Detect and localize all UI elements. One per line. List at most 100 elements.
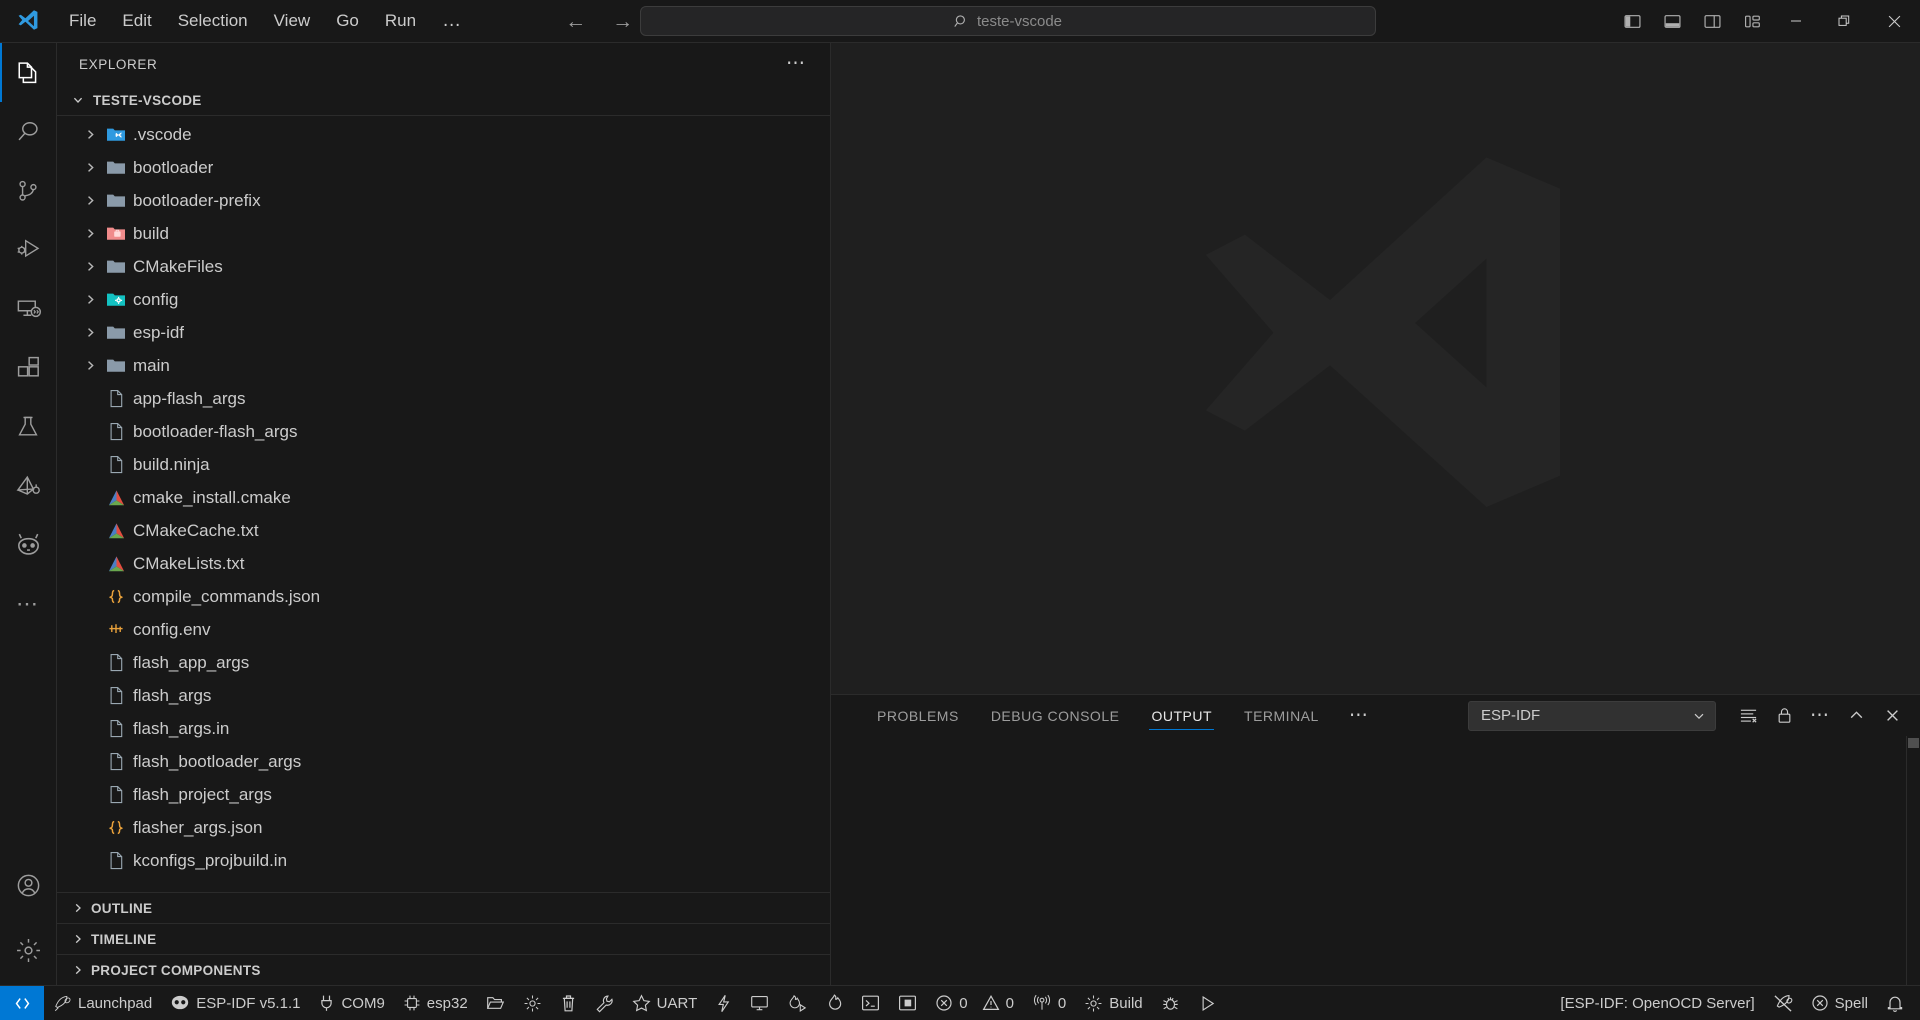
panel-overflow-ellipsis-icon[interactable]: ⋯ — [1335, 706, 1383, 725]
tree-row-folder[interactable]: bootloader-prefix — [57, 184, 830, 217]
section-outline[interactable]: OUTLINE — [57, 892, 830, 923]
maximize-panel-chevron-up-icon[interactable] — [1838, 698, 1874, 734]
chevron-right-icon[interactable] — [79, 359, 101, 372]
chevron-right-icon[interactable] — [79, 260, 101, 273]
status-esp-idf-version[interactable]: ESP-IDF v5.1.1 — [161, 986, 309, 1020]
status-build-wrench[interactable] — [586, 986, 623, 1020]
sidebar-item-search[interactable] — [0, 102, 57, 161]
status-remote-server-disabled[interactable] — [1764, 986, 1802, 1020]
activity-item-manage-gear[interactable] — [0, 915, 57, 985]
status-debug-flame[interactable] — [816, 986, 852, 1020]
tree-row-file[interactable]: cmake_install.cmake — [57, 481, 830, 514]
sidebar-item-esp-idf-explorer[interactable] — [0, 456, 57, 515]
sidebar-item-run-and-debug[interactable] — [0, 220, 57, 279]
status-target-device[interactable]: esp32 — [394, 986, 477, 1020]
sidebar-item-additional-views[interactable]: ⋯ — [0, 574, 57, 633]
tab-debug-console[interactable]: DEBUG CONSOLE — [975, 695, 1136, 736]
file-tree[interactable]: .vscode bootloader bootloader-prefix build C… — [57, 115, 830, 892]
status-select-flash-method[interactable]: UART — [623, 986, 707, 1020]
tree-row-file[interactable]: flash_app_args — [57, 646, 830, 679]
tree-row-file[interactable]: flash_bootloader_args — [57, 745, 830, 778]
status-remote-indicator[interactable] — [0, 985, 44, 1020]
status-qemu-server[interactable] — [889, 986, 926, 1020]
arrow-right-icon[interactable]: → — [612, 11, 633, 32]
tree-row-file[interactable]: build.ninja — [57, 448, 830, 481]
menu-view[interactable]: View — [261, 7, 324, 35]
status-openocd-server[interactable]: [ESP-IDF: OpenOCD Server] — [1551, 986, 1763, 1020]
status-problems[interactable]: 0 0 — [926, 986, 1023, 1020]
status-notifications[interactable] — [1877, 986, 1920, 1020]
section-timeline[interactable]: TIMELINE — [57, 923, 830, 954]
tree-row-file[interactable]: app-flash_args — [57, 382, 830, 415]
chevron-right-icon[interactable] — [79, 227, 101, 240]
tree-row-file[interactable]: flash_args — [57, 679, 830, 712]
status-full-clean[interactable] — [551, 986, 586, 1020]
window-minimize-button[interactable] — [1772, 0, 1820, 43]
tree-row-file[interactable]: compile_commands.json — [57, 580, 830, 613]
panel-more-actions-ellipsis-icon[interactable]: ⋯ — [1802, 698, 1838, 734]
arrow-left-icon[interactable]: ← — [565, 11, 586, 32]
activity-item-accounts[interactable] — [0, 856, 57, 915]
output-channel-select[interactable]: ESP-IDF — [1468, 700, 1716, 731]
tree-row-file[interactable]: flash_args.in — [57, 712, 830, 745]
lock-icon[interactable] — [1766, 698, 1802, 734]
toggle-primary-sidebar-icon[interactable] — [1612, 0, 1652, 43]
menu-overflow-icon[interactable]: … — [429, 11, 475, 30]
status-launchpad[interactable]: Launchpad — [44, 986, 161, 1020]
status-flash-device[interactable] — [706, 986, 741, 1020]
tab-terminal[interactable]: TERMINAL — [1228, 695, 1335, 736]
tree-row-file[interactable]: CMakeLists.txt — [57, 547, 830, 580]
tree-row-folder[interactable]: .vscode — [57, 118, 830, 151]
output-panel-body[interactable] — [831, 736, 1920, 985]
status-open-project[interactable] — [477, 986, 514, 1020]
sidebar-item-testing[interactable] — [0, 397, 57, 456]
sidebar-item-platformio[interactable] — [0, 515, 57, 574]
status-esp-idf-terminal[interactable] — [852, 986, 889, 1020]
tree-row-file[interactable]: config.env — [57, 613, 830, 646]
section-project-components[interactable]: PROJECT COMPONENTS — [57, 954, 830, 985]
toggle-secondary-sidebar-icon[interactable] — [1692, 0, 1732, 43]
status-build-task[interactable]: Build — [1075, 986, 1151, 1020]
chevron-right-icon[interactable] — [79, 326, 101, 339]
window-close-button[interactable] — [1868, 0, 1920, 43]
status-build-flash-monitor[interactable] — [778, 986, 816, 1020]
status-spell-checker[interactable]: Spell — [1802, 986, 1877, 1020]
output-scrollbar[interactable] — [1906, 736, 1920, 985]
clear-output-icon[interactable] — [1730, 698, 1766, 734]
explorer-root-folder[interactable]: TESTE-VSCODE — [57, 85, 830, 115]
tree-row-file[interactable]: CMakeCache.txt — [57, 514, 830, 547]
status-monitor-device[interactable] — [741, 986, 778, 1020]
status-run-task[interactable] — [1189, 986, 1226, 1020]
tab-problems[interactable]: PROBLEMS — [861, 695, 975, 736]
menu-selection[interactable]: Selection — [165, 7, 261, 35]
sidebar-item-extensions[interactable] — [0, 338, 57, 397]
tree-row-file[interactable]: flasher_args.json — [57, 811, 830, 844]
sidebar-item-remote-explorer[interactable] — [0, 279, 57, 338]
ellipsis-icon[interactable]: ⋯ — [780, 54, 812, 73]
tree-row-folder[interactable]: bootloader — [57, 151, 830, 184]
toggle-panel-icon[interactable] — [1652, 0, 1692, 43]
tree-row-folder[interactable]: build — [57, 217, 830, 250]
chevron-right-icon[interactable] — [79, 293, 101, 306]
status-broadcast[interactable]: 0 — [1023, 986, 1075, 1020]
menu-edit[interactable]: Edit — [109, 7, 164, 35]
menu-run[interactable]: Run — [372, 7, 429, 35]
tree-row-folder[interactable]: config — [57, 283, 830, 316]
close-panel-icon[interactable] — [1874, 698, 1910, 734]
status-debug-task[interactable] — [1152, 986, 1189, 1020]
tree-row-file[interactable]: bootloader-flash_args — [57, 415, 830, 448]
window-restore-button[interactable] — [1820, 0, 1868, 43]
status-sdk-configuration-editor[interactable] — [514, 986, 551, 1020]
sidebar-item-explorer[interactable] — [0, 43, 57, 102]
sidebar-item-source-control[interactable] — [0, 161, 57, 220]
menu-go[interactable]: Go — [323, 7, 372, 35]
tab-output[interactable]: OUTPUT — [1135, 695, 1228, 736]
menu-file[interactable]: File — [56, 7, 109, 35]
tree-row-file[interactable]: kconfigs_projbuild.in — [57, 844, 830, 877]
scrollbar-thumb[interactable] — [1908, 738, 1919, 748]
tree-row-file[interactable]: flash_project_args — [57, 778, 830, 811]
chevron-right-icon[interactable] — [79, 161, 101, 174]
tree-row-folder[interactable]: main — [57, 349, 830, 382]
status-serial-port[interactable]: COM9 — [309, 986, 393, 1020]
command-center-search[interactable]: teste-vscode — [640, 6, 1376, 36]
